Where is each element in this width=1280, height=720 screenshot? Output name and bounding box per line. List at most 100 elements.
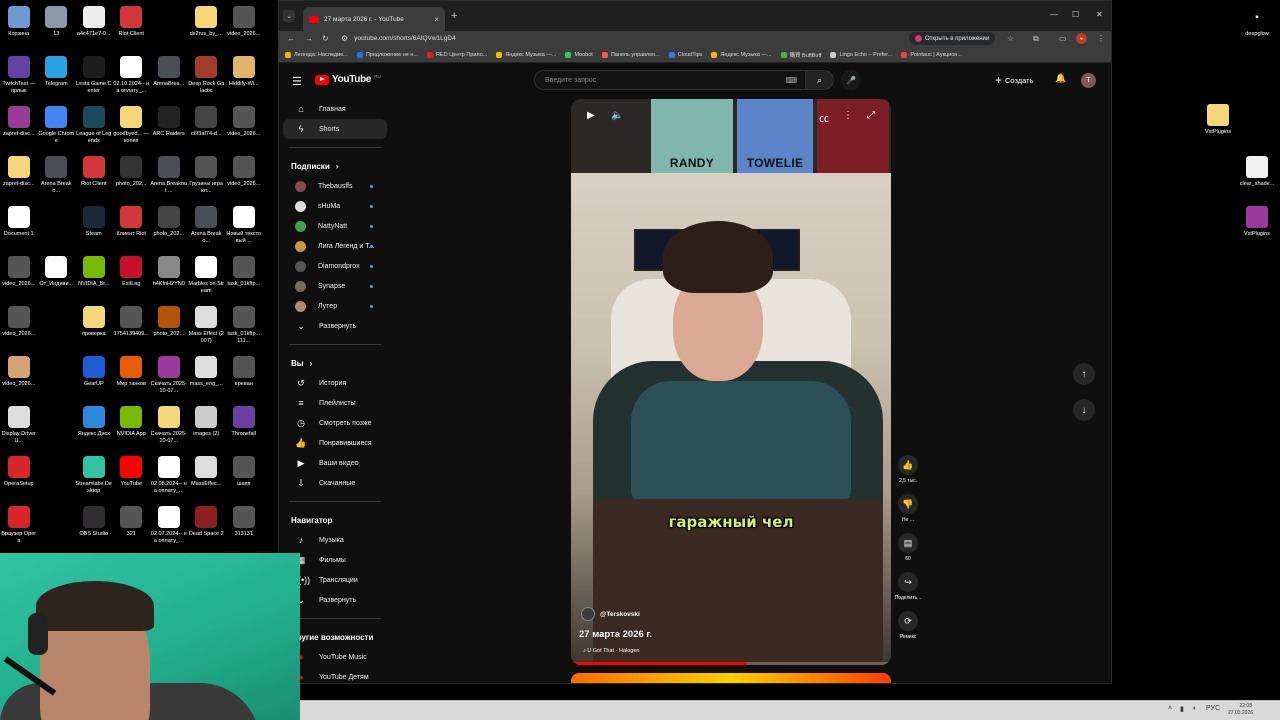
remix-action[interactable]: ⟳ Ремикс (891, 611, 925, 650)
channel-info[interactable]: @Terskovski (581, 607, 640, 621)
sidebar-section-subscriptions[interactable]: Подписки › (279, 156, 391, 176)
reload-button[interactable]: ↻ (322, 34, 329, 43)
captions-icon[interactable]: ㏄ (819, 110, 829, 125)
music-info[interactable]: ♪ U Got That · Halogen (583, 648, 639, 654)
sidebar-item-expand[interactable]: ⌄ Развернуть (283, 316, 387, 336)
desktop-icon[interactable]: images (2) (188, 404, 226, 454)
forward-button[interactable]: → (305, 34, 313, 43)
desktop-icon[interactable]: Корзина (0, 4, 38, 54)
desktop-icon[interactable]: ExitLag (113, 254, 151, 304)
bookmark-item[interactable]: Moobot (565, 51, 593, 58)
desktop-icon[interactable]: Document 1 (0, 204, 38, 254)
desktop-icon-vstplugins-archive[interactable]: VstPlugins (1235, 206, 1279, 238)
desktop-icon[interactable]: Мир танков (113, 354, 151, 404)
tab-active[interactable]: 27 марта 2026 г. - YouTube × (303, 7, 445, 31)
desktop-icon[interactable]: GearUP (75, 354, 113, 404)
next-short-preview[interactable] (571, 673, 891, 683)
bookmark-item[interactable]: Легенда: Наследие... (285, 51, 348, 58)
desktop-icon[interactable]: OBS Studio (75, 504, 113, 554)
desktop-icon[interactable]: 02.10.2024-- на оплату_... (113, 54, 151, 104)
bookmark-item[interactable]: Яндекс Музыка —... (496, 51, 556, 58)
desktop-icon[interactable]: Deep Rock Galactic (188, 54, 226, 104)
sidebar-item-you[interactable]: ⇩ Скачанные (283, 473, 387, 493)
search-input[interactable]: Введите запрос ⌨ (534, 70, 806, 90)
bookmark-item[interactable]: Яндекс Музыка —... (711, 51, 772, 58)
thumbs-up-icon[interactable]: 👍 (898, 455, 918, 475)
desktop-icon[interactable]: video_2026... (225, 4, 263, 54)
keyboard-icon[interactable]: ⌨ (785, 76, 797, 85)
play-icon[interactable]: ▶ (587, 110, 595, 121)
comment-action[interactable]: ▤ 60 (891, 533, 925, 572)
system-clock[interactable]: 22:08 27.03.2026 (1228, 703, 1253, 717)
bookmark-item[interactable]: CloudTips (668, 51, 702, 58)
desktop-icon[interactable]: video_2026... (0, 254, 38, 304)
desktop-icon[interactable]: 13 (38, 4, 76, 54)
desktop-icon[interactable]: ARC Raiders (150, 104, 188, 154)
desktop-icon[interactable]: Telegram (38, 54, 76, 104)
desktop-icon[interactable]: 02.08.2024-- на оплату_... (150, 454, 188, 504)
desktop-icon[interactable]: NVIDIA_Br... (75, 254, 113, 304)
address-bar[interactable]: ⚙ youtube.com/shorts/6AIQVw1LgD4 (341, 31, 901, 46)
desktop-icon[interactable]: zapret-disc... (0, 104, 38, 154)
desktop-icon[interactable]: a4c471e7-0... (75, 4, 113, 54)
volume-icon[interactable]: ◖ (1192, 705, 1196, 712)
sidepanel-icon[interactable]: ▭ (1059, 34, 1067, 43)
desktop-icon[interactable]: Грузины играют... (188, 154, 226, 204)
desktop-icon[interactable]: League of Legends (75, 104, 113, 154)
sidebar-item-home[interactable]: ⌂ Главная (283, 99, 387, 119)
short-title[interactable]: 27 марта 2026 г. (579, 629, 652, 640)
close-window-button[interactable]: ✕ (1096, 10, 1103, 19)
minimize-button[interactable]: — (1050, 10, 1058, 19)
desktop-icon[interactable]: Steam (75, 204, 113, 254)
desktop-icon[interactable]: проверка (75, 304, 113, 354)
open-in-app-button[interactable]: Открыть в приложении (909, 32, 996, 45)
desktop-icon[interactable]: 313131 (225, 504, 263, 554)
tray-arrow-icon[interactable]: ˄ (1168, 705, 1172, 712)
sidebar-item-subscription[interactable]: Synapse (283, 276, 387, 296)
extensions-icon[interactable]: ⧉ (1033, 34, 1039, 44)
desktop-icon[interactable]: mass_eng_... (188, 354, 226, 404)
desktop-icon[interactable]: photo_202... (150, 204, 188, 254)
desktop-icon[interactable]: task_01kftp... 111... (225, 304, 263, 354)
tab-search-button[interactable]: ⌄ (283, 10, 295, 22)
desktop-icon[interactable]: TwitchTest — ярлык (0, 54, 38, 104)
bookmark-item[interactable]: Lingo Echo – Prefer... (830, 51, 892, 58)
desktop-icon[interactable]: zapret-disc... (0, 154, 38, 204)
create-button[interactable]: + Создать (995, 73, 1034, 87)
desktop-icon[interactable]: Dead Space 2 (188, 504, 226, 554)
desktop-icon[interactable]: ds2rus_by_... (188, 4, 226, 54)
menu-icon[interactable]: ⋮ (1097, 34, 1105, 43)
desktop-icon[interactable]: NVIDIA App (113, 404, 151, 454)
maximize-button[interactable]: ☐ (1072, 10, 1079, 19)
desktop-icon[interactable]: От_Индиви... (38, 254, 76, 304)
fullscreen-icon[interactable]: ⤢ (867, 110, 875, 121)
desktop-icon[interactable]: Скачать 2025-10-07... (150, 404, 188, 454)
sidebar-item-you[interactable]: ◷ Смотреть позже (283, 413, 387, 433)
notifications-bell-icon[interactable]: 🔔 (1055, 73, 1066, 84)
bookmark-item[interactable]: RED Центр Прило... (426, 51, 487, 58)
desktop-icon[interactable]: MassEffec... (188, 454, 226, 504)
next-short-button[interactable]: ↓ (1073, 399, 1095, 421)
menu-hamburger-icon[interactable]: ☰ (292, 75, 302, 88)
sidebar-item-subscription[interactable]: Diamondprox (283, 256, 387, 276)
comment-icon[interactable]: ▤ (898, 533, 918, 553)
voice-search-button[interactable]: 🎤 (841, 70, 861, 90)
desktop-icon[interactable]: Браузер Opera (0, 504, 38, 554)
desktop-icon[interactable]: video_2026... (225, 154, 263, 204)
desktop-icon[interactable]: Arena Breakout ... (150, 154, 188, 204)
site-info-icon[interactable]: ⚙ (341, 34, 348, 43)
sidebar-item-subscription[interactable]: sHuMa (283, 196, 387, 216)
desktop-icon[interactable]: ArenaBrea... (150, 54, 188, 104)
desktop-icon[interactable]: Новый текстовый ... (225, 204, 263, 254)
desktop-icon[interactable]: photo_202... (150, 304, 188, 354)
desktop-icon[interactable]: video_2026... (0, 304, 38, 354)
desktop-icon[interactable]: Marbles on Stream (188, 254, 226, 304)
sidebar-item-navigator[interactable]: ♪ Музыка (283, 530, 387, 550)
desktop-icon[interactable]: ереван (225, 354, 263, 404)
close-tab-icon[interactable]: × (434, 15, 439, 24)
desktop-icon[interactable]: Lesta Game Center (75, 54, 113, 104)
desktop-icon[interactable]: 1754139409... (113, 304, 151, 354)
desktop-icon[interactable]: Клиент Riot (113, 204, 151, 254)
channel-name[interactable]: @Terskovski (600, 611, 640, 618)
bookmark-item[interactable]: 購買 BuffBuff (780, 51, 821, 59)
